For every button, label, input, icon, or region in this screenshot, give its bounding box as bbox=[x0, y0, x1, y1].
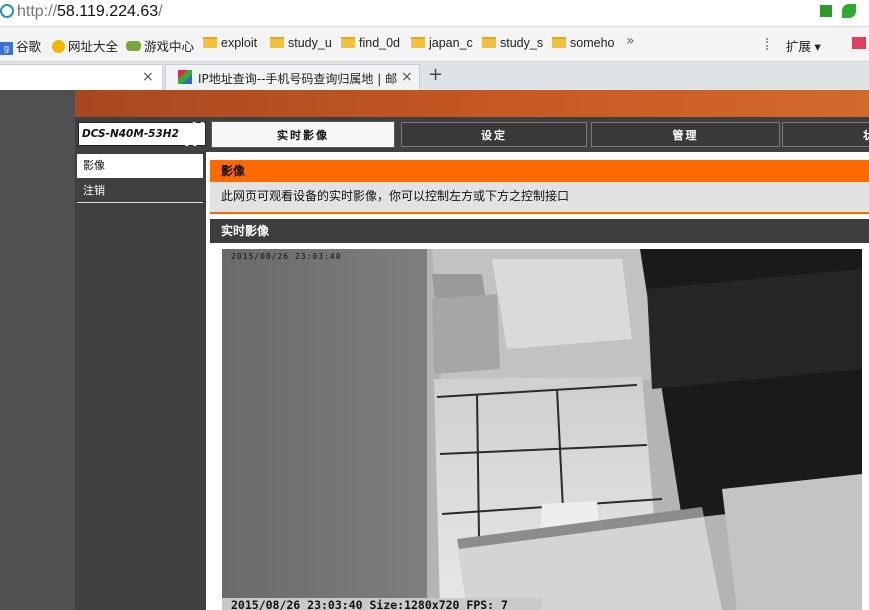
leaf-icon[interactable] bbox=[842, 4, 856, 18]
tab-live-video[interactable]: 实时影像 bbox=[211, 121, 395, 148]
bookmark-folder-find-0d[interactable]: find_0d bbox=[341, 36, 400, 50]
bookmark-folder-someho[interactable]: someho bbox=[552, 36, 614, 50]
bookmark-folder-study-s[interactable]: study_s bbox=[482, 36, 543, 50]
more-bookmarks-icon[interactable]: » bbox=[626, 33, 635, 49]
live-video-title: 实时影像 bbox=[210, 219, 869, 243]
url-path: / bbox=[158, 3, 163, 20]
tab-setup[interactable]: 设定 bbox=[401, 122, 587, 147]
bookmark-label: study_u bbox=[288, 36, 332, 50]
bookmark-web-directory[interactable]: 网址大全 bbox=[52, 36, 118, 55]
url-scheme: http:// bbox=[17, 3, 58, 20]
tab-status[interactable]: 状 bbox=[782, 122, 869, 147]
video-timestamp-top: 2015/08/26 23:03:40 bbox=[231, 252, 342, 261]
bookmark-label: 游戏中心 bbox=[144, 40, 195, 54]
extensions-label: 扩展 bbox=[786, 40, 812, 54]
video-info-bar: 2015/08/26 23:03:40 Size:1280x720 FPS: 7 bbox=[222, 598, 542, 610]
grip-icon bbox=[766, 38, 774, 50]
video-frame bbox=[222, 249, 862, 610]
folder-icon bbox=[411, 37, 425, 48]
bookmark-folder-japan-c[interactable]: japan_c bbox=[411, 36, 473, 50]
sidebar-item-logout[interactable]: 注销 bbox=[77, 179, 203, 203]
bookmark-folder-exploit[interactable]: exploit bbox=[203, 36, 257, 50]
tab-title: IP地址查询--手机号码查询归属地 | 邮 bbox=[198, 72, 398, 86]
sidebar: 影像 注销 bbox=[75, 152, 206, 610]
tab-ip-lookup[interactable]: IP地址查询--手机号码查询归属地 | 邮 × bbox=[165, 64, 420, 90]
close-tab-icon[interactable]: × bbox=[142, 69, 154, 85]
extension-icon[interactable] bbox=[852, 37, 866, 49]
section-title: 影像 bbox=[210, 160, 869, 182]
folder-icon bbox=[552, 37, 566, 48]
live-video-feed[interactable]: 2015/08/26 23:03:40 2015/08/26 23:03:40 … bbox=[222, 249, 862, 610]
folder-icon bbox=[203, 37, 217, 48]
banner bbox=[75, 90, 869, 117]
tab-maintenance[interactable]: 管理 bbox=[591, 122, 780, 147]
folder-icon bbox=[270, 37, 284, 48]
bookmark-google[interactable]: g 谷歌 bbox=[0, 36, 41, 55]
bookmark-game-center[interactable]: 游戏中心 bbox=[126, 36, 194, 55]
qr-code-icon[interactable] bbox=[820, 5, 832, 17]
url-text[interactable]: http://58.119.224.63/ bbox=[17, 3, 163, 21]
new-tab-button[interactable]: + bbox=[428, 64, 443, 85]
bookmark-label: someho bbox=[570, 36, 615, 50]
bookmark-label: 网址大全 bbox=[68, 40, 119, 54]
bookmark-label: japan_c bbox=[429, 36, 473, 50]
section-description: 此网页可观看设备的实时影像，你可以控制左方或下方之控制接口 bbox=[210, 182, 869, 214]
tab-strip: × IP地址查询--手机号码查询归属地 | 邮 × + bbox=[0, 62, 869, 91]
main-content: 影像 此网页可观看设备的实时影像，你可以控制左方或下方之控制接口 实时影像 20… bbox=[206, 152, 869, 610]
folder-icon bbox=[341, 37, 355, 48]
browser-logo-icon bbox=[0, 4, 14, 18]
address-bar[interactable]: http://58.119.224.63/ bbox=[0, 0, 869, 27]
sidebar-item-video[interactable]: 影像 bbox=[77, 154, 203, 178]
site-favicon-icon bbox=[178, 70, 192, 84]
page-gutter bbox=[0, 90, 75, 610]
bookmark-label: 谷歌 bbox=[16, 40, 42, 54]
bookmark-folder-study-u[interactable]: study_u bbox=[270, 36, 332, 50]
web-directory-icon bbox=[52, 40, 65, 53]
bookmarks-bar: g 谷歌 网址大全 游戏中心 exploit study_u find_0d ja… bbox=[0, 27, 869, 62]
bookmark-label: find_0d bbox=[359, 36, 401, 50]
gamepad-icon bbox=[126, 41, 141, 51]
google-icon: g bbox=[0, 42, 13, 55]
bookmark-label: study_s bbox=[500, 36, 544, 50]
bookmark-label: exploit bbox=[221, 36, 258, 50]
close-tab-icon[interactable]: × bbox=[401, 69, 413, 85]
top-nav: DCS-N40M-53H2 实时影像 设定 管理 状 bbox=[75, 117, 869, 152]
url-host: 58.119.224.63 bbox=[57, 3, 159, 20]
extensions-button[interactable]: 扩展 ▾ bbox=[786, 36, 821, 55]
tab-current[interactable]: × bbox=[0, 64, 163, 90]
folder-icon bbox=[482, 37, 496, 48]
